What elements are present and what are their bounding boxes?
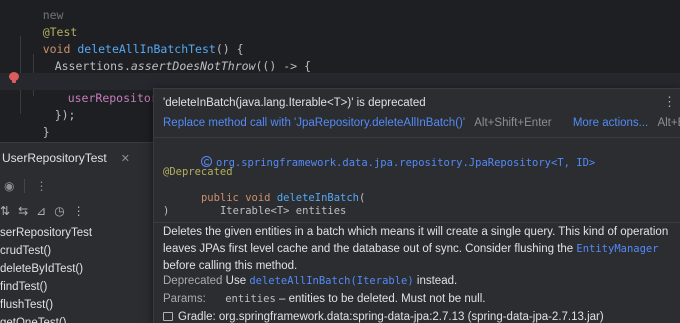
definition-annotation: @Deprecated [163, 166, 233, 178]
params-label: Params: [163, 293, 206, 305]
tree-item-test[interactable]: getOneTest() [0, 314, 92, 323]
quick-fix-row: Replace method call with 'JpaRepository.… [163, 117, 680, 129]
more-vertical-icon[interactable]: ⋮ [35, 179, 47, 193]
error-bulb-icon[interactable] [9, 72, 19, 84]
tree-item-test[interactable]: findTest() [0, 278, 92, 296]
tree-item-test[interactable]: flushTest() [0, 296, 92, 314]
tool-window-tab-title[interactable]: UserRepositoryTest [0, 147, 107, 165]
test-tree: serRepositoryTest crudTest() deleteByIdT… [0, 224, 92, 323]
replacement-link[interactable]: deleteAllInBatch(Iterable) [249, 275, 413, 287]
documentation-body: org.springframework.data.jpa.repository.… [154, 138, 680, 323]
code-line-partial: new [42, 8, 64, 22]
params-row: Params: entities – entities to be delete… [163, 293, 485, 305]
deprecated-row: Deprecated Use deleteAllInBatch(Iterable… [163, 275, 458, 287]
code-line-close-method: } [42, 125, 50, 139]
tree-item-test-class[interactable]: serRepositoryTest [0, 224, 92, 242]
test-results-toolbar: ⇅ ⇆ ⊿ ◷ ⋮ [0, 202, 85, 220]
deprecated-label: Deprecated [163, 275, 223, 287]
more-actions-shortcut: Alt+Enter [657, 117, 680, 129]
scope-icon[interactable]: ⇆ [18, 204, 28, 218]
param-description: – entities to be deleted. Must not be nu… [278, 293, 486, 305]
source-row: Gradle: org.springframework.data:spring-… [163, 311, 604, 323]
tree-item-test[interactable]: deleteByIdTest() [0, 260, 92, 278]
code-line-method-signature: void deleteAllInBatchTest() { [42, 42, 244, 56]
code-line-assertion: Assertions.assertDoesNotThrow(() -> { [54, 59, 311, 73]
history-icon[interactable]: ◷ [54, 204, 64, 218]
inspection-header: 'deleteInBatch(java.lang.Iterable<T>)' i… [154, 89, 680, 139]
toolbar-separator [24, 179, 26, 193]
problem-description: 'deleteInBatch(java.lang.Iterable<T>)' i… [163, 97, 426, 109]
tree-item-test[interactable]: crudTest() [0, 242, 92, 260]
gradle-source: Gradle: org.springframework.data:spring-… [178, 311, 604, 323]
quick-documentation-popup: 'deleteInBatch(java.lang.Iterable<T>)' i… [153, 88, 680, 323]
eye-icon[interactable]: ◉ [4, 179, 14, 193]
quick-fix-shortcut: Alt+Shift+Enter [474, 117, 552, 129]
code-line-close-lambda: }); [54, 108, 76, 122]
quick-fix-link[interactable]: Replace method call with 'JpaRepository.… [163, 117, 465, 129]
divider [154, 222, 680, 223]
tool-window-header: UserRepositoryTest ✕ [0, 143, 130, 169]
sort-icon[interactable]: ⇅ [0, 204, 10, 218]
definition-close: ) [163, 205, 170, 217]
close-icon[interactable]: ✕ [121, 148, 130, 165]
entity-manager-link[interactable]: EntityManager [576, 243, 658, 255]
more-vertical-icon[interactable]: ⋮ [663, 95, 676, 109]
code-line-annotation: @Test [42, 25, 78, 39]
chart-icon[interactable]: ⊿ [36, 204, 46, 218]
more-vertical-icon[interactable]: ⋮ [73, 204, 85, 218]
doc-description: Deletes the given entities in a batch wh… [163, 226, 669, 272]
param-name: entities [225, 293, 276, 305]
library-icon [163, 312, 173, 321]
tool-window-toolbar: ◉ ⋮ [0, 177, 47, 195]
more-actions-link[interactable]: More actions... [573, 117, 648, 129]
